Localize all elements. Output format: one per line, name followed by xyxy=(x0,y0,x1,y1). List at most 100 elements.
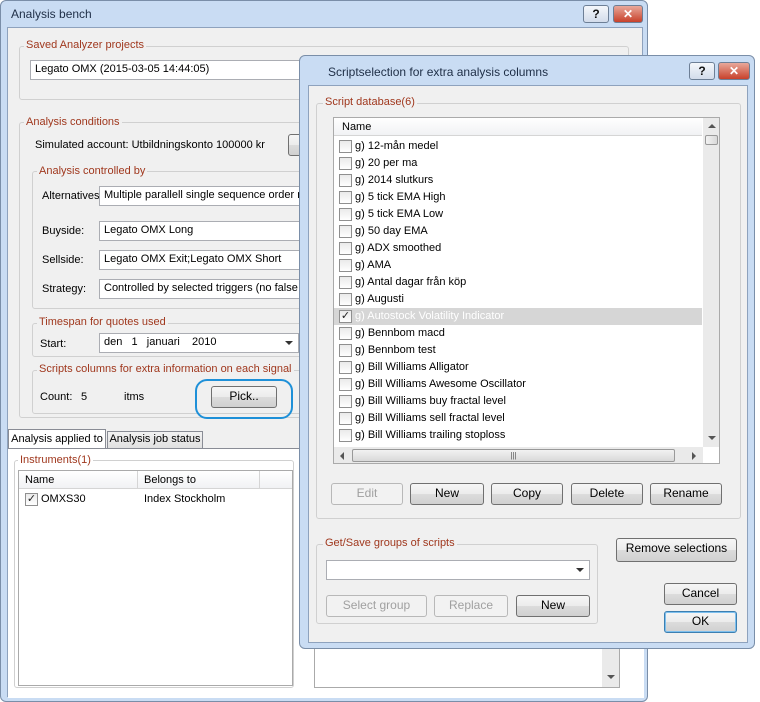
script-label: g) Bill Williams buy fractal level xyxy=(355,395,506,407)
delete-button[interactable]: Delete xyxy=(571,483,643,505)
scroll-up-arrow-icon[interactable] xyxy=(708,124,716,128)
script-list-vscroll[interactable] xyxy=(703,118,719,447)
hscroll-thumb[interactable]: ||| xyxy=(352,449,675,462)
list-item[interactable]: g) 5 tick EMA High xyxy=(334,189,702,206)
rename-button[interactable]: Rename xyxy=(650,483,722,505)
saved-projects-combo[interactable]: Legato OMX (2015-03-05 14:44:05) xyxy=(30,60,320,80)
list-item[interactable]: g) 12-mån medel xyxy=(334,138,702,155)
script-label: g) 5 tick EMA Low xyxy=(355,208,444,220)
list-item[interactable]: g) Augusti xyxy=(334,291,702,308)
script-checkbox[interactable] xyxy=(339,140,352,153)
scroll-down-arrow-icon[interactable] xyxy=(607,675,615,679)
list-item[interactable]: g) Bill Williams trailing stoploss xyxy=(334,427,702,444)
script-label: g) 20 per ma xyxy=(355,157,418,169)
chevron-down-icon[interactable] xyxy=(576,568,584,572)
window-title: Analysis bench xyxy=(11,7,92,21)
list-item[interactable]: g) 2014 slutkurs xyxy=(334,172,702,189)
script-label: g) 5 tick EMA High xyxy=(355,191,446,203)
edit-button[interactable]: Edit xyxy=(331,483,403,505)
script-rows: g) 12-mån medel g) 20 per ma g) 2014 slutk… xyxy=(334,138,702,445)
script-checkbox[interactable] xyxy=(339,157,352,170)
list-item[interactable]: g) Bennbom macd xyxy=(334,325,702,342)
new-group-button[interactable]: New xyxy=(516,595,590,617)
instrument-name: OMXS30 xyxy=(41,493,86,505)
list-item[interactable]: g) Bennbom test xyxy=(334,342,702,359)
tab-analysis-applied-to[interactable]: Analysis applied to xyxy=(8,429,106,449)
list-item[interactable]: g) 50 day EMA xyxy=(334,223,702,240)
script-checkbox[interactable] xyxy=(339,242,352,255)
dialog-help-button[interactable]: ? xyxy=(689,62,715,80)
row-checkbox[interactable]: ✓ xyxy=(25,493,38,506)
vscroll-thumb[interactable] xyxy=(705,135,718,145)
script-checkbox[interactable] xyxy=(339,293,352,306)
column-divider xyxy=(259,471,260,489)
simulated-account-text: Simulated account: Utbildningskonto 1000… xyxy=(35,139,265,151)
new-script-button[interactable]: New xyxy=(410,483,484,505)
script-checkbox[interactable] xyxy=(339,225,352,238)
script-list-hscroll[interactable]: ||| xyxy=(334,447,703,463)
script-label: g) Bill Williams Alligator xyxy=(355,361,469,373)
replace-button[interactable]: Replace xyxy=(434,595,508,617)
column-header-name[interactable]: Name xyxy=(342,121,371,133)
script-checkbox[interactable] xyxy=(339,361,352,374)
script-label: g) 50 day EMA xyxy=(355,225,428,237)
script-label: g) Bill Williams trailing stoploss xyxy=(355,429,506,441)
list-item[interactable]: g) AMA xyxy=(334,257,702,274)
list-item[interactable]: g) Bill Williams sell fractal level xyxy=(334,410,702,427)
list-item[interactable]: g) Bill Williams buy fractal level xyxy=(334,393,702,410)
sellside-field[interactable]: Legato OMX Exit;Legato OMX Short xyxy=(99,250,319,270)
pick-button[interactable]: Pick.. xyxy=(211,386,277,408)
copy-button[interactable]: Copy xyxy=(491,483,563,505)
select-group-button[interactable]: Select group xyxy=(326,595,427,617)
groups-combo[interactable] xyxy=(326,560,590,580)
script-checkbox[interactable] xyxy=(339,174,352,187)
script-selection-dialog: Scriptselection for extra analysis colum… xyxy=(299,55,755,649)
list-item[interactable]: g) ADX smoothed xyxy=(334,240,702,257)
buyside-label: Buyside: xyxy=(42,225,85,237)
close-button[interactable]: ✕ xyxy=(613,5,643,23)
script-checkbox[interactable] xyxy=(339,208,352,221)
script-label: g) Autostock Volatility Indicator xyxy=(355,310,505,322)
count-unit: itms xyxy=(124,391,145,403)
buyside-field[interactable]: Legato OMX Long xyxy=(99,221,319,241)
list-item[interactable]: ✓ g) Autostock Volatility Indicator xyxy=(334,308,702,325)
right-list-scrollbar[interactable] xyxy=(602,649,619,687)
list-item[interactable]: g) Bill Williams Awesome Oscillator xyxy=(334,376,702,393)
script-checkbox[interactable] xyxy=(339,327,352,340)
script-checkbox[interactable] xyxy=(339,191,352,204)
script-checkbox[interactable] xyxy=(339,378,352,391)
script-checkbox[interactable] xyxy=(339,344,352,357)
scroll-right-arrow-icon[interactable] xyxy=(692,452,696,460)
column-header-name[interactable]: Name xyxy=(25,474,54,486)
analysis-conditions-legend: Analysis conditions xyxy=(24,116,122,128)
table-row[interactable]: ✓ OMXS30 Index Stockholm xyxy=(19,490,292,508)
cancel-button[interactable]: Cancel xyxy=(664,583,737,605)
list-item[interactable]: g) 20 per ma xyxy=(334,155,702,172)
alternatives-combo[interactable]: Multiple parallell single sequence order… xyxy=(99,186,319,206)
dialog-close-button[interactable]: ✕ xyxy=(718,62,750,80)
tab-analysis-job-status[interactable]: Analysis job status xyxy=(107,431,203,448)
chevron-down-icon[interactable] xyxy=(285,341,293,345)
script-checkbox[interactable] xyxy=(339,429,352,442)
help-button[interactable]: ? xyxy=(583,5,609,23)
script-checkbox[interactable] xyxy=(339,395,352,408)
script-checkbox[interactable] xyxy=(339,259,352,272)
remove-selections-button[interactable]: Remove selections xyxy=(616,538,737,562)
strategy-combo[interactable]: Controlled by selected triggers (no fals… xyxy=(99,279,319,299)
scroll-down-arrow-icon[interactable] xyxy=(708,436,716,440)
script-label: g) Bennbom macd xyxy=(355,327,445,339)
script-checkbox[interactable] xyxy=(339,276,352,289)
list-item[interactable]: g) Antal dagar från köp xyxy=(334,274,702,291)
script-checkbox[interactable]: ✓ xyxy=(339,310,352,323)
ok-button[interactable]: OK xyxy=(664,611,737,633)
list-item[interactable]: g) Bill Williams Alligator xyxy=(334,359,702,376)
script-checkbox[interactable] xyxy=(339,412,352,425)
column-divider xyxy=(137,471,138,489)
start-date-picker[interactable]: den 1 januari 2010 xyxy=(99,333,299,353)
script-label: g) Bill Williams sell fractal level xyxy=(355,412,505,424)
column-header-belongs-to[interactable]: Belongs to xyxy=(144,474,196,486)
scroll-left-arrow-icon[interactable] xyxy=(340,452,344,460)
script-list-header xyxy=(334,118,702,136)
script-label: g) AMA xyxy=(355,259,392,271)
list-item[interactable]: g) 5 tick EMA Low xyxy=(334,206,702,223)
